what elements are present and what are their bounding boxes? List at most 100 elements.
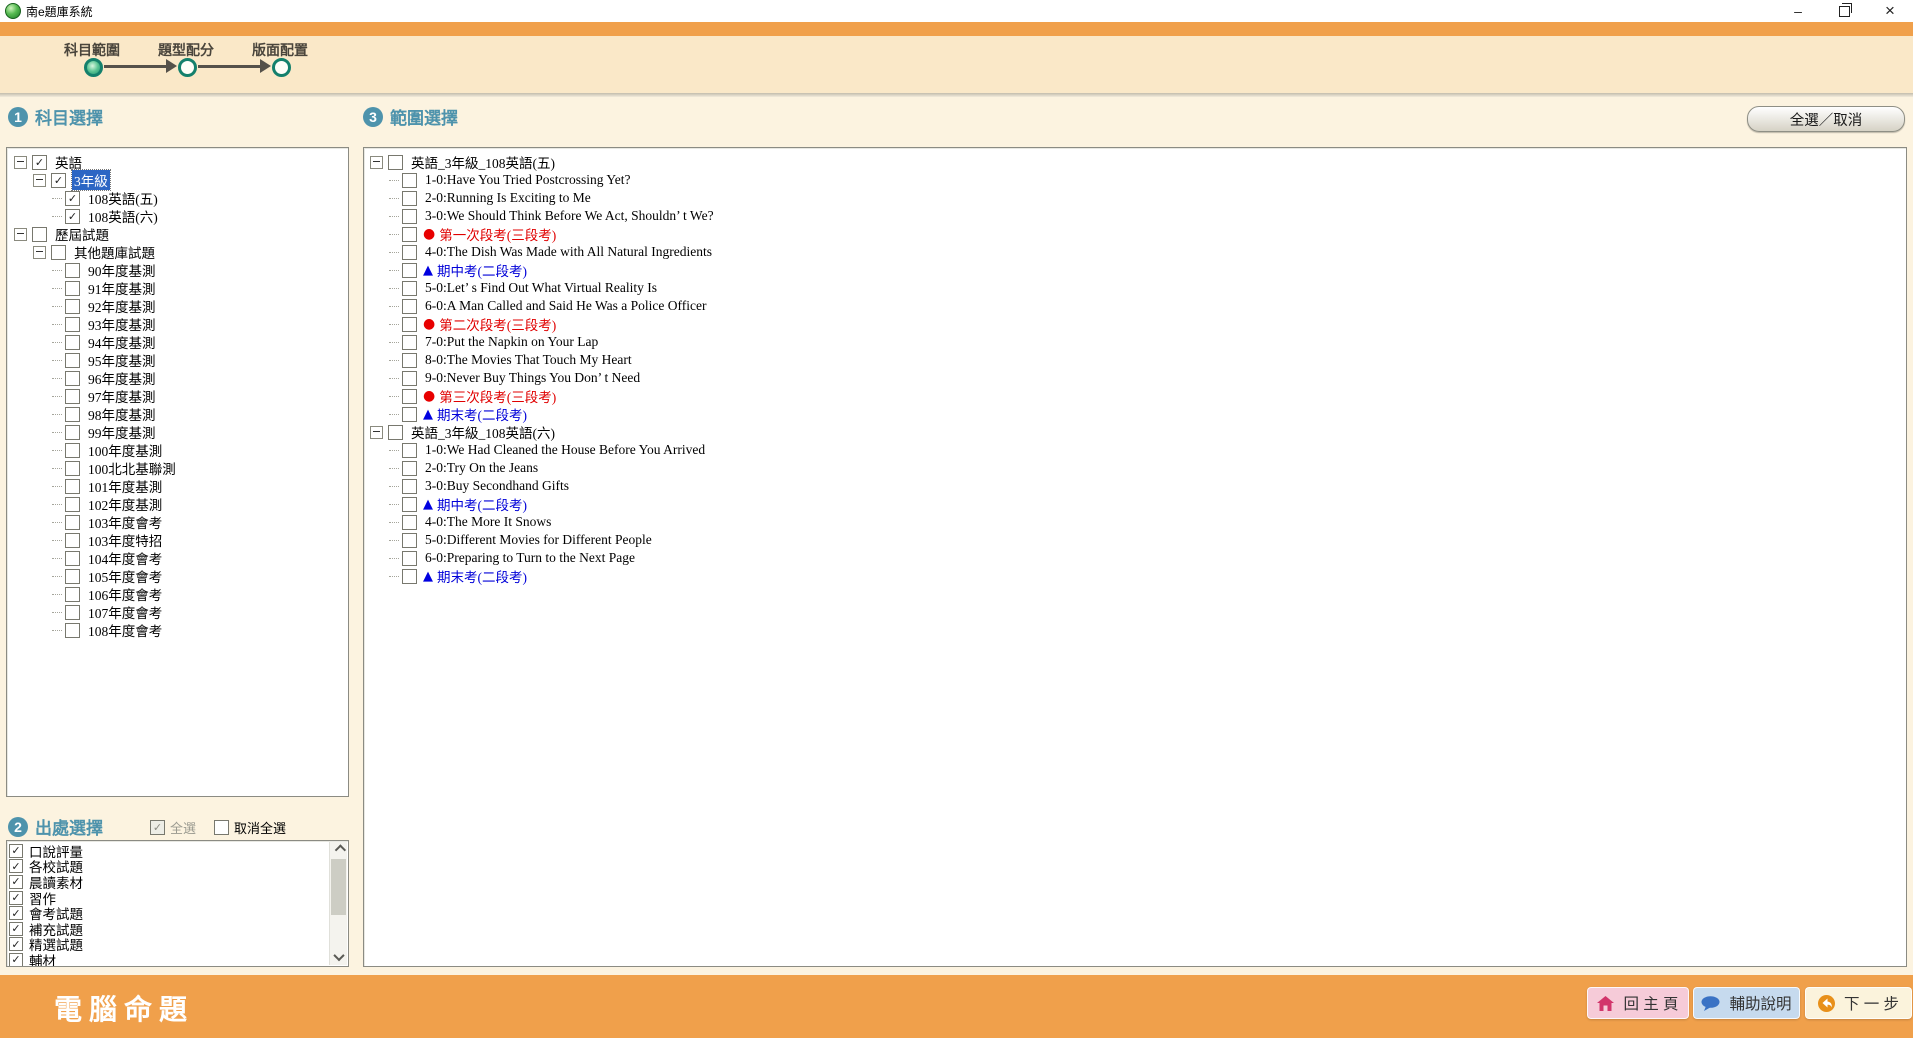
tree-row[interactable]: 108年度會考 [7,621,348,639]
tree-row[interactable]: ▲期末考(二段考) [364,405,1906,423]
checkbox[interactable] [402,299,417,314]
tree-item-label[interactable]: 104年度會考 [86,548,164,568]
tree-item-label[interactable]: 4-0:The More It Snows [423,514,553,530]
checkbox[interactable] [65,371,80,386]
tree-row[interactable]: ●第一次段考(三段考) [364,225,1906,243]
restore-button[interactable] [1821,0,1867,22]
tree-item-label[interactable]: 2-0:Try On the Jeans [423,460,540,476]
tree-item-label[interactable]: 92年度基測 [86,296,158,316]
checkbox[interactable] [65,533,80,548]
tree-row[interactable]: 104年度會考 [7,549,348,567]
checkbox[interactable]: ✓ [9,953,23,966]
checkbox[interactable] [65,479,80,494]
checkbox[interactable] [65,551,80,566]
tree-item-label[interactable]: 期中考(二段考) [435,260,529,280]
tree-item-label[interactable]: 1-0:Have You Tried Postcrossing Yet? [423,172,633,188]
checkbox[interactable] [402,551,417,566]
checkbox[interactable] [402,353,417,368]
checkbox[interactable]: ✓ [32,155,47,170]
checkbox[interactable]: ✓ [9,922,23,936]
tree-item-label[interactable]: 101年度基測 [86,476,164,496]
scroll-down-button[interactable] [330,949,347,965]
tree-item-label[interactable]: 4-0:The Dish Was Made with All Natural I… [423,244,714,260]
select-toggle-button[interactable]: 全選／取消 [1747,106,1905,132]
tree-item-label[interactable]: 英語_3年級_108英語(六) [409,422,557,442]
checkbox[interactable] [402,263,417,278]
expander-minus-icon[interactable] [33,246,46,259]
tree-item-label[interactable]: 103年度會考 [86,512,164,532]
tree-item-label[interactable]: 期末考(二段考) [435,566,529,586]
checkbox[interactable] [402,497,417,512]
tree-row[interactable]: 5-0:Different Movies for Different Peopl… [364,531,1906,549]
tree-row[interactable]: 1-0:Have You Tried Postcrossing Yet? [364,171,1906,189]
tree-item-label[interactable]: 100年度基測 [86,440,164,460]
tree-row[interactable]: 91年度基測 [7,279,348,297]
tree-item-label[interactable]: 7-0:Put the Napkin on Your Lap [423,334,600,350]
close-button[interactable]: × [1867,0,1913,22]
tree-row[interactable]: 英語_3年級_108英語(五) [364,153,1906,171]
tree-row[interactable]: 8-0:The Movies That Touch My Heart [364,351,1906,369]
checkbox[interactable] [402,389,417,404]
checkbox[interactable] [65,407,80,422]
tree-row[interactable]: 3-0:Buy Secondhand Gifts [364,477,1906,495]
tree-row[interactable]: 1-0:We Had Cleaned the House Before You … [364,441,1906,459]
tree-item-label[interactable]: 2-0:Running Is Exciting to Me [423,190,593,206]
tree-row[interactable]: 96年度基測 [7,369,348,387]
tree-row[interactable]: 92年度基測 [7,297,348,315]
checkbox[interactable] [65,605,80,620]
tree-row[interactable]: 107年度會考 [7,603,348,621]
tree-row[interactable]: 5-0:Let’ s Find Out What Virtual Reality… [364,279,1906,297]
tree-row[interactable]: ▲期中考(二段考) [364,261,1906,279]
checkbox[interactable] [65,389,80,404]
tree-row[interactable]: 95年度基測 [7,351,348,369]
tree-item-label[interactable]: 其他題庫試題 [72,242,157,262]
tree-item-label[interactable]: 107年度會考 [86,602,164,622]
expander-minus-icon[interactable] [370,156,383,169]
tree-row[interactable]: 其他題庫試題 [7,243,348,261]
list-item[interactable]: ✓晨讀素材 [9,874,348,890]
tree-row[interactable]: 102年度基測 [7,495,348,513]
tree-row[interactable]: ✓108英語(五) [7,189,348,207]
checkbox[interactable] [402,533,417,548]
checkbox[interactable] [402,209,417,224]
tree-item-label[interactable]: 3-0:Buy Secondhand Gifts [423,478,571,494]
tree-row[interactable]: 101年度基測 [7,477,348,495]
tree-item-label[interactable]: 1-0:We Had Cleaned the House Before You … [423,442,707,458]
list-item-label[interactable]: 輔材 [27,950,58,966]
checkbox[interactable] [65,299,80,314]
tree-row[interactable]: ▲期末考(二段考) [364,567,1906,585]
tree-item-label[interactable]: 5-0:Let’ s Find Out What Virtual Reality… [423,280,659,296]
tree-item-label[interactable]: 108英語(五) [86,188,160,208]
tree-item-label[interactable]: 5-0:Different Movies for Different Peopl… [423,532,654,548]
tree-row[interactable]: 98年度基測 [7,405,348,423]
tree-item-label[interactable]: 第二次段考(三段考) [437,314,558,334]
help-button[interactable]: 輔助說明 [1693,987,1800,1019]
checkbox[interactable] [65,353,80,368]
checkbox[interactable] [388,425,403,440]
checkbox[interactable] [51,245,66,260]
checkbox[interactable] [65,497,80,512]
tree-item-label[interactable]: 95年度基測 [86,350,158,370]
checkbox[interactable]: ✓ [51,173,66,188]
scrollbar-thumb[interactable] [331,859,346,915]
tree-row[interactable]: ●第三次段考(三段考) [364,387,1906,405]
tree-row[interactable]: 7-0:Put the Napkin on Your Lap [364,333,1906,351]
checkbox[interactable] [402,191,417,206]
tree-row[interactable]: 3-0:We Should Think Before We Act, Shoul… [364,207,1906,225]
tree-item-label[interactable]: 94年度基測 [86,332,158,352]
checkbox[interactable]: ✓ [9,906,23,920]
tree-item-label[interactable]: 6-0:Preparing to Turn to the Next Page [423,550,637,566]
tree-item-label[interactable]: 102年度基測 [86,494,164,514]
tree-row[interactable]: ✓3年級 [7,171,348,189]
tree-item-label[interactable]: 3-0:We Should Think Before We Act, Shoul… [423,208,716,224]
checkbox[interactable] [65,335,80,350]
tree-row[interactable]: 6-0:Preparing to Turn to the Next Page [364,549,1906,567]
checkbox[interactable]: ✓ [9,891,23,905]
checkbox[interactable] [32,227,47,242]
tree-item-label[interactable]: 期末考(二段考) [435,404,529,424]
tree-row[interactable]: 歷屆試題 [7,225,348,243]
tree-row[interactable]: 4-0:The More It Snows [364,513,1906,531]
expander-minus-icon[interactable] [14,156,27,169]
tree-row[interactable]: ▲期中考(二段考) [364,495,1906,513]
tree-item-label[interactable]: 108英語(六) [86,206,160,226]
